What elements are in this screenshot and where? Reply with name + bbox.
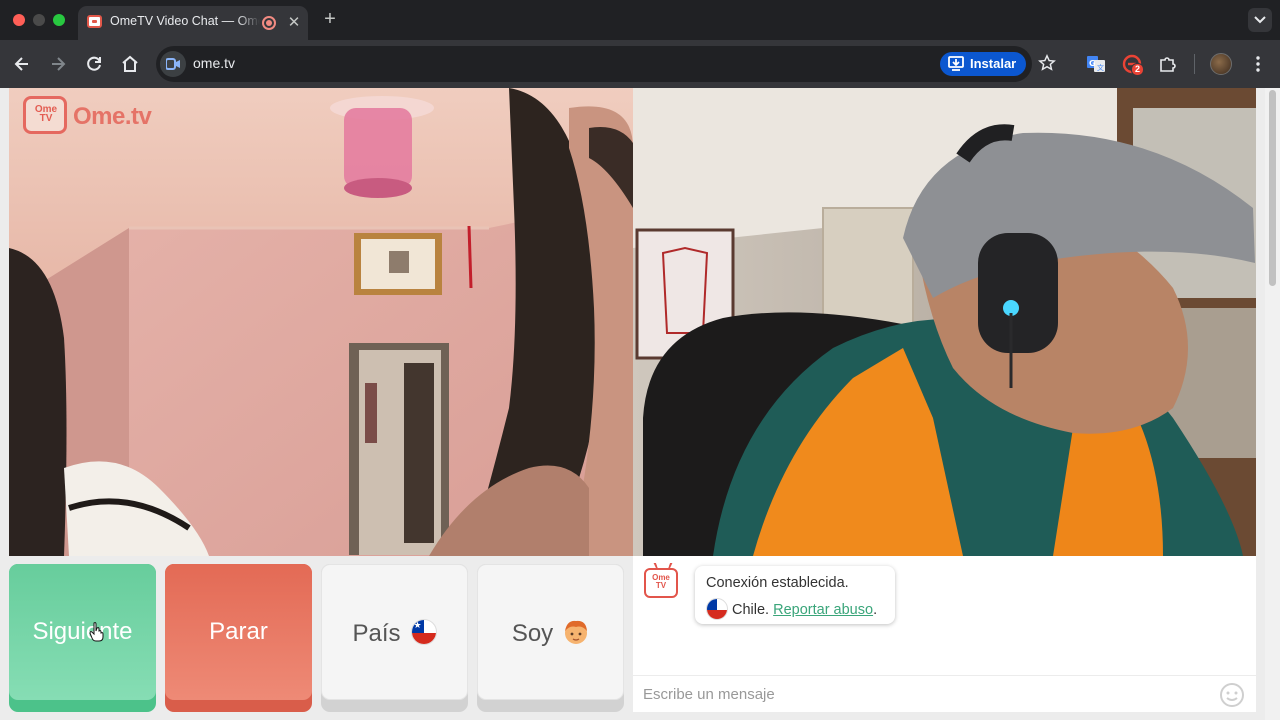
stranger-video: Ome TV Ome.tv [9, 88, 633, 556]
message-input[interactable] [643, 680, 1203, 708]
kebab-menu-icon[interactable] [1248, 54, 1268, 74]
tab-title: OmeTV Video Chat — Omegle alternative [110, 14, 260, 28]
recording-indicator-icon [262, 16, 276, 30]
window-minimize-button[interactable] [33, 14, 45, 26]
stop-button-label: Parar [209, 618, 268, 645]
svg-text:G: G [1089, 59, 1096, 68]
browser-tab-active[interactable]: OmeTV Video Chat — Omegle alternative ✕ [78, 6, 308, 40]
ometv-chat-logo-icon: Ome TV [644, 568, 678, 598]
country-button-face: País ★ [321, 564, 468, 700]
reload-icon[interactable] [84, 54, 104, 74]
install-app-button[interactable]: Instalar [940, 52, 1026, 76]
chat-logo-text: Ome TV [652, 573, 670, 590]
chat-panel: Ome TV Conexión establecida. Chile. Repo… [633, 556, 1256, 712]
ometv-logo-icon: Ome TV [23, 96, 67, 134]
smiley-icon[interactable] [1219, 682, 1245, 708]
country-info-line: Chile. Reportar abuso. [706, 598, 877, 620]
svg-text:文: 文 [1097, 63, 1104, 72]
message-composer [633, 675, 1256, 712]
url-text: ome.tv [193, 55, 236, 71]
page-scrollbar[interactable] [1265, 88, 1280, 720]
country-button-label: País [352, 620, 401, 647]
google-translate-icon[interactable]: G文 [1086, 54, 1106, 74]
address-bar[interactable]: ome.tv Instalar [156, 46, 1056, 82]
country-select-button[interactable]: País ★ [321, 564, 468, 712]
logo-icon-text: Ome TV [34, 104, 58, 124]
logo-wordmark: Ome.tv [73, 103, 152, 130]
forward-arrow-icon[interactable] [48, 54, 68, 74]
home-icon[interactable] [120, 54, 140, 74]
video-camera-icon [166, 58, 180, 70]
window-maximize-button[interactable] [53, 14, 65, 26]
install-label: Instalar [970, 56, 1017, 71]
ometv-favicon-icon [87, 15, 102, 28]
system-message-bubble: Conexión establecida. Chile. Reportar ab… [695, 566, 895, 624]
gender-button-content: Soy [478, 619, 623, 648]
next-button-face: Siguiente [9, 564, 156, 700]
extension-badge: 2 [1131, 63, 1145, 76]
tab-close-icon[interactable]: ✕ [286, 13, 302, 31]
new-tab-button[interactable]: + [320, 8, 340, 31]
self-video-frame [633, 88, 1256, 556]
stop-button-face: Parar [165, 564, 312, 700]
window-close-button[interactable] [13, 14, 25, 26]
site-info-icon[interactable] [160, 51, 186, 77]
next-button-label: Siguiente [32, 618, 133, 645]
tab-search-button[interactable] [1248, 8, 1272, 32]
stop-button[interactable]: Parar [165, 564, 312, 712]
stranger-video-frame [9, 88, 633, 556]
next-button[interactable]: Siguiente [9, 564, 156, 712]
tab-strip: OmeTV Video Chat — Omegle alternative ✕ … [0, 0, 1280, 40]
chile-flag-icon: ★ [410, 619, 437, 645]
install-icon [948, 56, 964, 71]
extensions-puzzle-icon[interactable] [1158, 54, 1178, 74]
gender-select-button[interactable]: Soy [477, 564, 624, 712]
ometv-page: Ome TV Ome.tv Siguiente Parar País ★ Soy… [0, 88, 1280, 720]
browser-toolbar: ome.tv Instalar G文 2 [0, 40, 1280, 88]
back-arrow-icon[interactable] [12, 54, 32, 74]
chevron-down-icon [1254, 16, 1266, 24]
profile-avatar[interactable] [1210, 53, 1232, 75]
gender-button-face: Soy [477, 564, 624, 700]
chile-flag-icon [706, 598, 728, 620]
self-video [633, 88, 1256, 556]
country-button-content: País ★ [322, 619, 467, 648]
toolbar-separator [1194, 54, 1195, 74]
bookmark-star-icon[interactable] [1038, 54, 1056, 72]
boy-face-icon [563, 619, 589, 645]
gender-button-label: Soy [511, 620, 554, 647]
connection-status-text: Conexión establecida. [706, 575, 849, 591]
report-abuse-link[interactable]: Reportar abuso [773, 602, 873, 618]
scrollbar-thumb[interactable] [1269, 90, 1276, 286]
hand-pointer-icon [89, 622, 104, 642]
country-name-text: Chile. [732, 602, 770, 618]
report-suffix: . [873, 602, 878, 618]
